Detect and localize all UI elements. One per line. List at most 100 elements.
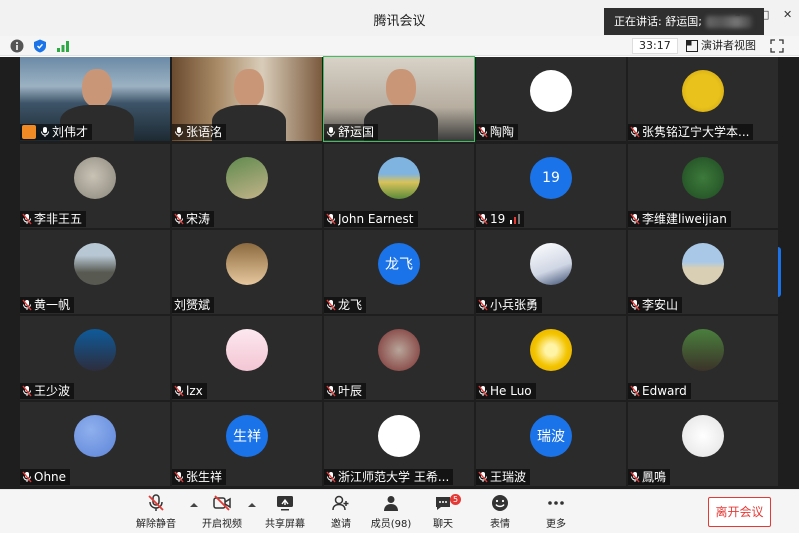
- mic-muted-icon: [326, 471, 336, 483]
- start-video-label: 开启视频: [202, 519, 242, 530]
- participant-tile[interactable]: 李维建liweijian: [628, 144, 778, 228]
- mic-muted-icon: [630, 126, 640, 138]
- share-screen-icon: [277, 496, 293, 511]
- participant-avatar: [74, 156, 116, 199]
- mic-on-icon: [326, 126, 336, 138]
- participant-nameplate: 李安山: [628, 297, 683, 313]
- mic-muted-icon: [630, 299, 640, 311]
- shield-icon[interactable]: [33, 39, 47, 53]
- participant-name: 黄一帆: [34, 298, 71, 312]
- participant-tile[interactable]: 宋涛: [172, 144, 322, 228]
- participant-tile[interactable]: 刘赟斌: [172, 230, 322, 314]
- participant-name: 张语洺: [186, 125, 223, 139]
- smile-icon: [492, 495, 508, 511]
- participant-name: 鳳鳴: [642, 470, 667, 484]
- participant-tile[interactable]: He Luo: [476, 316, 626, 400]
- participant-avatar: [226, 328, 268, 371]
- participant-name: 龙飞: [338, 298, 363, 312]
- participant-tile[interactable]: 王少波: [20, 316, 170, 400]
- participant-tile[interactable]: 黄一帆: [20, 230, 170, 314]
- participant-tile[interactable]: 19 19: [476, 144, 626, 228]
- mic-muted-icon: [326, 299, 336, 311]
- mic-on-icon: [40, 126, 50, 138]
- participant-name: 舒运国: [338, 125, 375, 139]
- network-signal-icon[interactable]: [56, 39, 70, 53]
- participant-avatar: [682, 69, 724, 112]
- bottom-toolbar: 解除静音 开启视频 共享屏幕 邀请 成员(98) 聊天 5 表情 更多 离开会议: [0, 489, 799, 533]
- invite-label: 邀请: [331, 519, 351, 530]
- leave-meeting-button[interactable]: 离开会议: [708, 497, 771, 527]
- participant-tile[interactable]: 鳳鳴: [628, 402, 778, 486]
- mic-muted-icon: [22, 299, 32, 311]
- participant-tile[interactable]: 陶陶: [476, 57, 626, 141]
- weak-signal-icon: [507, 214, 521, 224]
- participant-avatar: [530, 242, 572, 285]
- participant-tile[interactable]: 小兵张勇: [476, 230, 626, 314]
- participant-tile[interactable]: Ohne: [20, 402, 170, 486]
- speaking-label: 正在讲话: 舒运国;: [614, 15, 702, 28]
- members-button[interactable]: 成员(98): [361, 493, 421, 533]
- mic-muted-icon: [326, 213, 336, 225]
- mic-muted-icon: [630, 385, 640, 397]
- members-icon: [384, 496, 398, 511]
- more-button[interactable]: 更多: [526, 493, 586, 533]
- mic-muted-icon: [630, 213, 640, 225]
- participant-tile[interactable]: 张隽铭辽宁大学本...: [628, 57, 778, 141]
- participant-nameplate: 浙江师范大学 王希...: [324, 469, 454, 485]
- participant-nameplate: 鳳鳴: [628, 469, 671, 485]
- participant-avatar: [530, 69, 572, 112]
- participant-nameplate: 19: [476, 211, 525, 227]
- share-screen-button[interactable]: 共享屏幕: [255, 493, 315, 533]
- participant-avatar: [530, 328, 572, 371]
- participant-name: 李安山: [642, 298, 679, 312]
- reactions-button[interactable]: 表情: [470, 493, 530, 533]
- chat-button[interactable]: 聊天 5: [413, 493, 473, 533]
- fullscreen-icon[interactable]: [770, 39, 784, 53]
- participant-nameplate: lzx: [172, 383, 207, 399]
- info-icon[interactable]: [10, 39, 24, 53]
- more-label: 更多: [546, 519, 566, 530]
- participant-tile[interactable]: lzx: [172, 316, 322, 400]
- participant-nameplate: 龙飞: [324, 297, 367, 313]
- window-controls: – □ ✕: [735, 9, 793, 20]
- maximize-icon[interactable]: □: [759, 9, 769, 20]
- participant-nameplate: John Earnest: [324, 211, 418, 227]
- participant-tile[interactable]: 生祥 张生祥: [172, 402, 322, 486]
- speaker-view-button[interactable]: 演讲者视图: [686, 38, 756, 54]
- participant-name: 小兵张勇: [490, 298, 539, 312]
- participant-tile[interactable]: 龙飞 龙飞: [324, 230, 474, 314]
- participant-nameplate: 舒运国: [324, 124, 379, 140]
- participant-name: 陶陶: [490, 125, 515, 139]
- participant-nameplate: 李非王五: [20, 211, 87, 227]
- participant-face: [386, 69, 416, 107]
- reactions-label: 表情: [490, 519, 510, 530]
- participant-tile[interactable]: 李非王五: [20, 144, 170, 228]
- participant-name: Edward: [642, 384, 687, 398]
- participant-tile[interactable]: 浙江师范大学 王希...: [324, 402, 474, 486]
- participant-tile[interactable]: Edward: [628, 316, 778, 400]
- participant-nameplate: 刘伟才: [20, 124, 93, 140]
- participant-tile[interactable]: 舒运国: [323, 56, 475, 142]
- participant-tile[interactable]: 刘伟才: [20, 57, 170, 141]
- participant-avatar: [378, 328, 420, 371]
- chat-label: 聊天: [433, 519, 453, 530]
- participant-tile[interactable]: John Earnest: [324, 144, 474, 228]
- participant-nameplate: 黄一帆: [20, 297, 75, 313]
- minimize-icon[interactable]: –: [735, 9, 745, 20]
- participant-name: 刘伟才: [52, 125, 89, 139]
- more-dots-icon: [548, 501, 564, 505]
- participant-nameplate: Ohne: [20, 469, 71, 485]
- unmute-button[interactable]: 解除静音: [126, 493, 186, 533]
- start-video-button[interactable]: 开启视频: [192, 493, 252, 533]
- mic-muted-icon: [630, 471, 640, 483]
- mic-muted-icon: [326, 385, 336, 397]
- participant-tile[interactable]: 李安山: [628, 230, 778, 314]
- participant-tile[interactable]: 瑞波 王瑞波: [476, 402, 626, 486]
- participant-tile[interactable]: 叶辰: [324, 316, 474, 400]
- add-person-icon: [332, 495, 349, 511]
- participant-tile[interactable]: 张语洺: [172, 57, 322, 141]
- participant-name: 19: [490, 212, 506, 226]
- close-icon[interactable]: ✕: [783, 9, 793, 20]
- participant-avatar: [226, 156, 268, 199]
- participant-nameplate: 小兵张勇: [476, 297, 543, 313]
